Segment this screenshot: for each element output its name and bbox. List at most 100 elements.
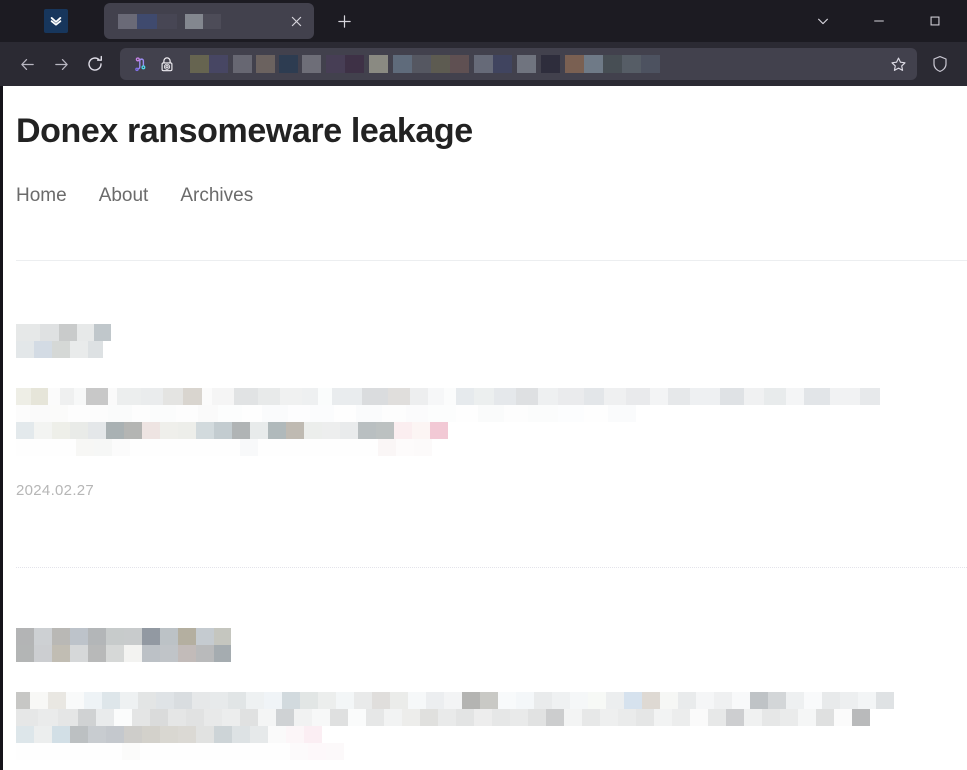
redacted-block — [262, 405, 288, 423]
redacted-block — [304, 726, 322, 744]
redacted-block — [186, 709, 204, 727]
redacted-line — [16, 726, 967, 744]
redacted-block — [312, 709, 330, 727]
post-title-redacted[interactable] — [16, 628, 967, 663]
redacted-block — [214, 628, 231, 646]
nav-link-archives[interactable]: Archives — [180, 185, 253, 207]
redacted-block — [198, 405, 218, 423]
page-content: Donex ransomeware leakage Home About Arc… — [3, 86, 967, 770]
redacted-block — [48, 692, 66, 710]
post-excerpt-redacted — [16, 692, 967, 761]
redacted-block — [600, 709, 618, 727]
redacted-block — [240, 709, 258, 727]
redacted-block — [786, 388, 804, 406]
redacted-block — [174, 692, 192, 710]
redacted-block — [558, 405, 584, 423]
redacted-block — [510, 709, 528, 727]
redacted-block — [84, 692, 102, 710]
redacted-block — [474, 709, 492, 727]
redacted-block — [78, 709, 96, 727]
redacted-block — [494, 388, 516, 406]
redacted-block — [334, 405, 356, 423]
close-tab-icon[interactable] — [286, 11, 306, 31]
redacted-block — [141, 388, 163, 406]
redacted-block — [304, 422, 322, 440]
redacted-block — [362, 388, 388, 406]
redacted-block — [606, 692, 624, 710]
redacted-block — [282, 692, 300, 710]
redacted-block — [804, 388, 830, 406]
redacted-block — [326, 55, 345, 73]
redacted-block — [242, 405, 262, 423]
star-icon[interactable] — [885, 51, 911, 77]
redacted-block — [852, 709, 870, 727]
redacted-block — [264, 692, 282, 710]
shield-icon[interactable] — [923, 47, 957, 81]
redacted-block — [516, 388, 538, 406]
redacted-block — [504, 405, 528, 423]
redacted-block — [326, 743, 344, 761]
redacted-block — [834, 709, 852, 727]
back-arrow-icon[interactable] — [10, 47, 44, 81]
redacted-block — [860, 388, 880, 406]
redacted-block — [672, 709, 690, 727]
redacted-block — [280, 388, 302, 406]
redacted-line — [16, 341, 967, 359]
redacted-block — [708, 709, 726, 727]
redacted-block — [534, 692, 552, 710]
redacted-block — [142, 628, 160, 646]
browser-tab-active[interactable] — [104, 3, 314, 39]
redacted-block — [168, 709, 186, 727]
redacted-block — [384, 709, 402, 727]
redacted-block — [798, 709, 816, 727]
forward-arrow-icon[interactable] — [44, 47, 78, 81]
redacted-block — [406, 405, 428, 423]
new-tab-button[interactable] — [330, 7, 358, 35]
redacted-line — [16, 405, 967, 423]
redacted-block — [493, 55, 512, 73]
redacted-block — [124, 726, 142, 744]
redacted-block — [668, 388, 690, 406]
redacted-block — [177, 13, 185, 29]
redacted-block — [538, 388, 558, 406]
redacted-block — [654, 709, 672, 727]
redacted-block — [345, 55, 364, 73]
redacted-block — [528, 709, 546, 727]
post-title-redacted[interactable] — [16, 324, 967, 359]
redacted-block — [210, 692, 228, 710]
redacted-block — [52, 341, 70, 359]
redacted-block — [137, 13, 157, 29]
redacted-block — [163, 388, 183, 406]
reload-icon[interactable] — [78, 47, 112, 81]
maximize-window-icon[interactable] — [919, 6, 951, 36]
redacted-block — [726, 709, 744, 727]
redacted-block — [414, 439, 432, 457]
minimize-window-icon[interactable] — [863, 6, 895, 36]
redacted-block — [650, 388, 668, 406]
redacted-block — [308, 743, 326, 761]
redacted-line — [16, 709, 967, 727]
container-tab-icon[interactable] — [130, 53, 152, 75]
nav-link-about[interactable]: About — [99, 185, 149, 207]
redacted-block — [608, 405, 636, 423]
redacted-block — [286, 726, 304, 744]
redacted-block — [233, 55, 252, 73]
list-all-tabs-icon[interactable] — [807, 6, 839, 36]
redacted-block — [390, 692, 408, 710]
redacted-block — [124, 628, 142, 646]
redacted-block — [94, 324, 111, 342]
redacted-block — [132, 709, 150, 727]
app-menu-badge-icon[interactable] — [44, 9, 68, 33]
url-bar[interactable] — [120, 48, 917, 80]
redacted-block — [498, 692, 516, 710]
redacted-block — [286, 422, 304, 440]
redacted-block — [336, 692, 354, 710]
padlock-icon[interactable] — [156, 53, 178, 75]
redacted-block — [450, 55, 469, 73]
redacted-block — [214, 645, 231, 663]
redacted-block — [816, 709, 834, 727]
redacted-block — [202, 388, 212, 406]
redacted-block — [288, 405, 310, 423]
redacted-block — [720, 388, 744, 406]
nav-link-home[interactable]: Home — [16, 185, 67, 207]
